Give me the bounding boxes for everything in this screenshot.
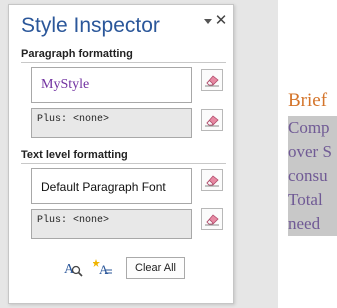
- section-divider: [21, 163, 226, 164]
- text-style-box[interactable]: Default Paragraph Font: [31, 168, 192, 204]
- text-plus-box[interactable]: Plus: <none>: [31, 209, 192, 239]
- paragraph-plus-box[interactable]: Plus: <none>: [31, 108, 192, 138]
- clear-all-button[interactable]: Clear All: [126, 257, 185, 279]
- svg-text:A: A: [64, 262, 75, 277]
- dropdown-arrow-icon[interactable]: [204, 19, 212, 24]
- paragraph-style-box[interactable]: MyStyle: [31, 67, 192, 103]
- eraser-icon: [205, 175, 219, 187]
- document-line: over S: [288, 142, 332, 161]
- clear-character-style-button[interactable]: [201, 169, 223, 191]
- panel-title: Style Inspector: [21, 14, 160, 37]
- text-level-formatting-label: Text level formatting: [21, 149, 128, 161]
- clear-paragraph-formatting-button[interactable]: [201, 109, 223, 131]
- reveal-formatting-icon[interactable]: A: [63, 258, 83, 278]
- text-style-name: Default Paragraph Font: [41, 180, 166, 194]
- document-line: consu: [288, 166, 328, 185]
- eraser-icon: [205, 115, 219, 127]
- clear-character-formatting-button[interactable]: [201, 208, 223, 230]
- text-plus-text: Plus: <none>: [37, 215, 110, 226]
- document-line: Total: [288, 190, 323, 209]
- document-line: need: [288, 214, 321, 233]
- close-icon[interactable]: ✕: [214, 13, 228, 29]
- document-body[interactable]: Comp over S consu Total need: [288, 116, 337, 236]
- clear-paragraph-style-button[interactable]: [201, 69, 223, 91]
- style-inspector-panel: Style Inspector ✕ Paragraph formatting M…: [8, 4, 234, 304]
- eraser-icon: [205, 75, 219, 87]
- paragraph-style-name: MyStyle: [41, 77, 90, 92]
- document-heading: Brief: [288, 90, 328, 111]
- eraser-icon: [205, 214, 219, 226]
- section-divider: [21, 62, 226, 63]
- new-style-icon[interactable]: A: [92, 258, 113, 278]
- document-line: Comp: [288, 118, 330, 137]
- paragraph-plus-text: Plus: <none>: [37, 114, 110, 125]
- paragraph-formatting-label: Paragraph formatting: [21, 48, 133, 60]
